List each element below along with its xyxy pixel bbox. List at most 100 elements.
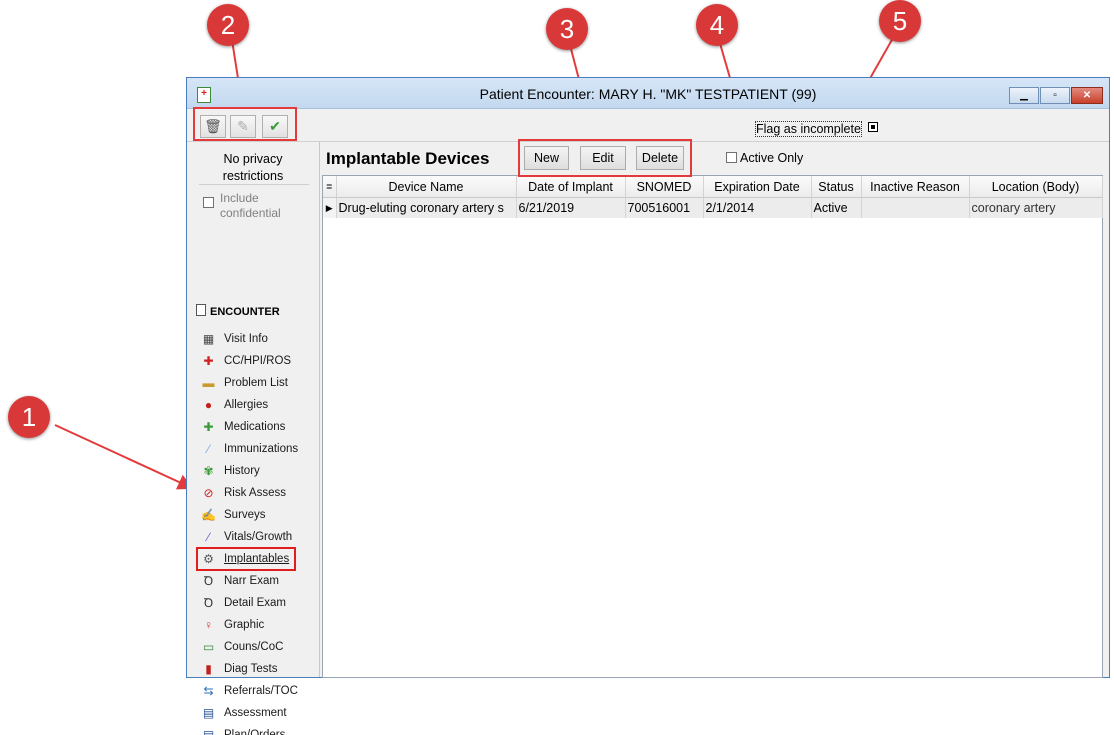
- annotation-badge-1: 1: [8, 396, 50, 438]
- sidebar-item-label: Plan/Orders: [224, 729, 286, 735]
- sidebar-item-label: Diag Tests: [224, 663, 278, 675]
- row-selector-header[interactable]: ≣: [323, 176, 337, 198]
- sidebar-item-label: Problem List: [224, 377, 288, 389]
- medications-icon: ✚: [203, 420, 214, 434]
- column-header-inactive-reason[interactable]: Inactive Reason: [861, 176, 970, 198]
- highlight-action-buttons: [518, 139, 692, 177]
- window-controls: ▁ ▫ ✕: [1009, 87, 1103, 104]
- counseling-icon: ▭: [202, 640, 215, 654]
- sidebar-item-medications[interactable]: ✚ Medications: [197, 416, 315, 438]
- stethoscope-icon: Ꝺ: [203, 574, 214, 588]
- sidebar-item-referrals-toc[interactable]: ⇆ Referrals/TOC: [197, 680, 315, 702]
- flag-incomplete-checkbox[interactable]: [868, 122, 878, 132]
- family-tree-icon: ✾: [203, 464, 214, 478]
- problem-list-icon: ▬: [202, 376, 215, 390]
- sidebar-item-label: Allergies: [224, 399, 269, 411]
- include-confidential-label: Include confidential: [220, 191, 281, 220]
- stethoscope-icon: Ꝺ: [203, 596, 214, 610]
- column-header-date-of-implant[interactable]: Date of Implant: [516, 176, 626, 198]
- sidebar-item-problem-list[interactable]: ▬ Problem List: [197, 372, 315, 394]
- minimize-button[interactable]: ▁: [1009, 87, 1039, 104]
- active-only-filter[interactable]: Active Only: [726, 151, 803, 165]
- encounter-header-label: ENCOUNTER: [210, 306, 280, 318]
- cell-status[interactable]: Active: [811, 197, 862, 218]
- sidebar-item-cc-hpi-ros[interactable]: ✚ CC/HPI/ROS: [197, 350, 315, 372]
- sidebar-item-surveys[interactable]: ✍ Surveys: [197, 504, 315, 526]
- maximize-button[interactable]: ▫: [1040, 87, 1070, 104]
- include-confidential-checkbox[interactable]: [203, 197, 214, 208]
- page-title: Implantable Devices: [326, 149, 490, 168]
- cell-date-of-implant[interactable]: 6/21/2019: [516, 197, 626, 218]
- sidebar-item-detail-exam[interactable]: Ꝺ Detail Exam: [197, 592, 315, 614]
- test-tubes-icon: ▮: [205, 662, 212, 676]
- sidebar-item-allergies[interactable]: ● Allergies: [197, 394, 315, 416]
- referral-icon: ⇆: [203, 684, 214, 698]
- sidebar-divider: [199, 184, 309, 185]
- column-header-status[interactable]: Status: [811, 176, 862, 198]
- annotation-badge-4: 4: [696, 4, 738, 46]
- sidebar-item-label: Immunizations: [224, 443, 299, 455]
- annotation-badge-3: 3: [546, 8, 588, 50]
- cell-snomed[interactable]: 700516001: [625, 197, 704, 218]
- table-header-row: ≣ Device Name Date of Implant SNOMED Exp…: [323, 176, 1103, 198]
- survey-icon: ✍: [201, 508, 216, 522]
- sidebar-item-label: History: [224, 465, 260, 477]
- column-header-expiration-date[interactable]: Expiration Date: [703, 176, 812, 198]
- cell-expiration-date[interactable]: 2/1/2014: [703, 197, 812, 218]
- sidebar-item-label: Couns/CoC: [224, 641, 284, 653]
- sidebar-item-label: Assessment: [224, 707, 287, 719]
- sidebar-item-history[interactable]: ✾ History: [197, 460, 315, 482]
- flag-incomplete-label[interactable]: Flag as incomplete: [755, 121, 862, 137]
- active-only-checkbox[interactable]: [726, 152, 737, 163]
- cell-inactive-reason[interactable]: [861, 197, 970, 218]
- arrow-1: [54, 424, 194, 490]
- table-row[interactable]: ▶ Drug-eluting coronary artery s 6/21/20…: [323, 197, 1103, 218]
- encounter-nav: ▦ Visit Info ✚ CC/HPI/ROS ▬ Problem List…: [196, 328, 315, 735]
- encounter-section-header: ENCOUNTER: [196, 304, 280, 318]
- devices-table: ≣ Device Name Date of Implant SNOMED Exp…: [323, 176, 1103, 218]
- window-title: Patient Encounter: MARY H. "MK" TESTPATI…: [479, 86, 817, 102]
- sidebar-item-label: CC/HPI/ROS: [224, 355, 292, 367]
- plan-icon: ▤: [202, 728, 215, 735]
- active-only-label: Active Only: [740, 151, 804, 165]
- sidebar-item-immunizations[interactable]: ⁄ Immunizations: [197, 438, 315, 460]
- sidebar-item-label: Referrals/TOC: [224, 685, 298, 697]
- column-header-location-body[interactable]: Location (Body): [969, 176, 1103, 198]
- column-header-snomed[interactable]: SNOMED: [625, 176, 704, 198]
- sidebar-item-label: Graphic: [224, 619, 265, 631]
- sidebar-item-plan-orders[interactable]: ▤ Plan/Orders: [197, 724, 315, 735]
- sidebar-item-couns-coc[interactable]: ▭ Couns/CoC: [197, 636, 315, 658]
- title-bar[interactable]: + Patient Encounter: MARY H. "MK" TESTPA…: [187, 78, 1109, 109]
- sidebar-item-label: Medications: [224, 421, 286, 433]
- implantable-devices-grid[interactable]: ≣ Device Name Date of Implant SNOMED Exp…: [322, 175, 1103, 678]
- sidebar-item-vitals-growth[interactable]: ⁄ Vitals/Growth: [197, 526, 315, 548]
- document-icon: [196, 304, 206, 316]
- current-row-indicator: ▶: [323, 197, 337, 218]
- sidebar-item-label: Narr Exam: [224, 575, 279, 587]
- no-smoking-icon: ⊘: [203, 486, 214, 500]
- sidebar-item-diag-tests[interactable]: ▮ Diag Tests: [197, 658, 315, 680]
- syringe-icon: ⁄: [207, 442, 210, 456]
- sidebar-item-label: Risk Assess: [224, 487, 286, 499]
- annotation-badge-2: 2: [207, 4, 249, 46]
- sidebar-item-label: Detail Exam: [224, 597, 286, 609]
- sidebar: No privacy restrictions Include confiden…: [187, 142, 320, 735]
- column-header-device-name[interactable]: Device Name: [336, 176, 517, 198]
- sidebar-item-label: Implantables: [224, 553, 290, 565]
- body-figure-icon: ♀: [204, 618, 213, 632]
- cell-location-body[interactable]: coronary artery: [969, 197, 1103, 218]
- highlight-toolbar-buttons: [193, 107, 297, 141]
- toolbar: 🗑 ✎ ✔ Flag as incomplete: [187, 109, 1109, 142]
- close-button[interactable]: ✕: [1071, 87, 1103, 104]
- sidebar-item-narr-exam[interactable]: Ꝺ Narr Exam: [197, 570, 315, 592]
- sidebar-item-assessment[interactable]: ▤ Assessment: [197, 702, 315, 724]
- sidebar-item-implantables[interactable]: ⚙ Implantables: [196, 547, 296, 571]
- include-confidential-toggle[interactable]: Include confidential: [203, 191, 300, 221]
- sidebar-item-visit-info[interactable]: ▦ Visit Info: [197, 328, 315, 350]
- cell-device-name[interactable]: Drug-eluting coronary artery s: [336, 197, 517, 218]
- sidebar-item-risk-assess[interactable]: ⊘ Risk Assess: [197, 482, 315, 504]
- sidebar-item-label: Visit Info: [224, 333, 268, 345]
- annotation-badge-5: 5: [879, 0, 921, 42]
- sidebar-item-graphic[interactable]: ♀ Graphic: [197, 614, 315, 636]
- assessment-icon: ▤: [202, 706, 215, 720]
